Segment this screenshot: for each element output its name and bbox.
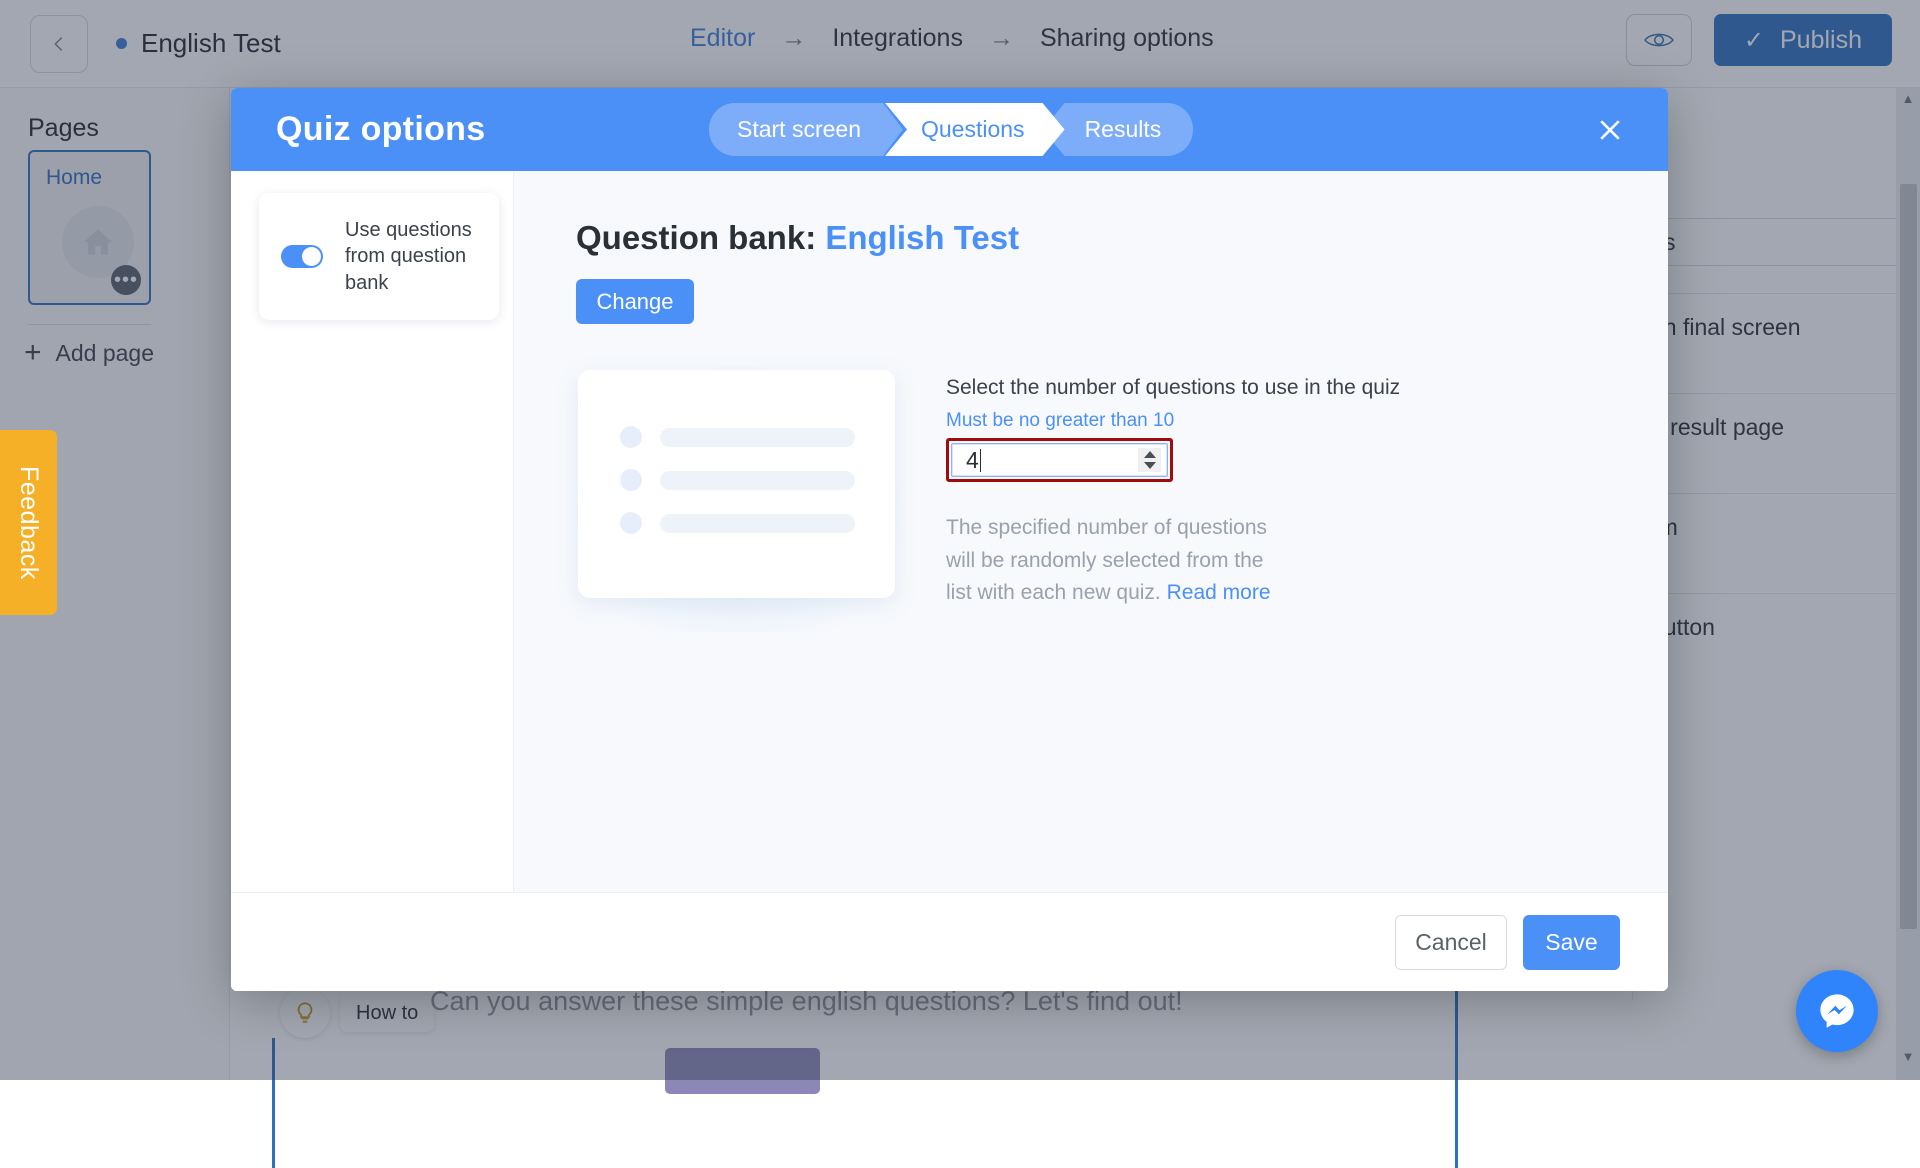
modal-body: Use questions from question bank Questio… [231, 171, 1668, 892]
close-icon [1595, 115, 1625, 145]
change-question-bank-button[interactable]: Change [576, 279, 694, 324]
modal-footer: Cancel Save [231, 892, 1668, 991]
step-tabs: Start screen Questions Results [709, 103, 1193, 156]
number-spinner[interactable] [1138, 448, 1161, 472]
tab-questions[interactable]: Questions [885, 103, 1065, 156]
placeholder-dot [620, 512, 642, 534]
modal-content: Question bank: English Test Change [514, 171, 1668, 892]
save-button[interactable]: Save [1523, 915, 1620, 970]
question-bank-heading: Question bank: English Test [576, 219, 1668, 257]
quiz-options-modal: Quiz options Start screen Questions Resu… [231, 88, 1668, 991]
number-field-value: 4 [966, 447, 979, 474]
spinner-down-icon[interactable] [1144, 462, 1156, 469]
feedback-tab[interactable]: Feedback [0, 430, 57, 615]
messenger-icon [1814, 988, 1860, 1034]
close-button[interactable] [1590, 110, 1630, 150]
messenger-chat-button[interactable] [1796, 970, 1878, 1052]
placeholder-dot [620, 426, 642, 448]
question-bank-toggle-card[interactable]: Use questions from question bank [259, 193, 499, 320]
cancel-button[interactable]: Cancel [1395, 915, 1507, 970]
feedback-label: Feedback [14, 466, 43, 580]
toggle-label: Use questions from question bank [345, 217, 479, 296]
change-button-label: Change [596, 289, 673, 315]
question-list-placeholder [578, 370, 895, 598]
modal-sidebar: Use questions from question bank [231, 171, 514, 892]
placeholder-bar [660, 428, 855, 447]
modal-header: Quiz options Start screen Questions Resu… [231, 88, 1668, 171]
placeholder-row [620, 469, 855, 491]
number-of-questions-form: Select the number of questions to use in… [946, 370, 1400, 610]
placeholder-dot [620, 469, 642, 491]
placeholder-card [578, 370, 895, 598]
question-bank-name: English Test [825, 219, 1019, 256]
tab-questions-label: Questions [921, 116, 1025, 143]
number-field-hint: Must be no greater than 10 [946, 410, 1400, 432]
read-more-link[interactable]: Read more [1167, 581, 1271, 604]
number-field-description: The specified number of questions will b… [946, 512, 1276, 610]
number-field-label: Select the number of questions to use in… [946, 374, 1400, 402]
save-button-label: Save [1545, 929, 1597, 956]
tab-start-screen-label: Start screen [737, 116, 861, 143]
toggle-knob [302, 247, 321, 266]
placeholder-bar [660, 471, 855, 490]
question-bank-heading-prefix: Question bank: [576, 219, 816, 256]
placeholder-row [620, 426, 855, 448]
tab-results[interactable]: Results [1043, 103, 1194, 156]
spinner-up-icon[interactable] [1144, 451, 1156, 458]
number-of-questions-input[interactable]: 4 [951, 443, 1168, 477]
placeholder-row [620, 512, 855, 534]
question-bank-toggle[interactable] [281, 245, 323, 268]
tab-start-screen[interactable]: Start screen [709, 103, 903, 156]
cancel-button-label: Cancel [1415, 929, 1487, 956]
text-caret [980, 449, 981, 472]
tab-results-label: Results [1085, 116, 1162, 143]
number-field-highlight: 4 [946, 438, 1173, 482]
placeholder-bar [660, 514, 855, 533]
modal-title: Quiz options [276, 110, 485, 149]
content-split: Select the number of questions to use in… [576, 370, 1668, 610]
